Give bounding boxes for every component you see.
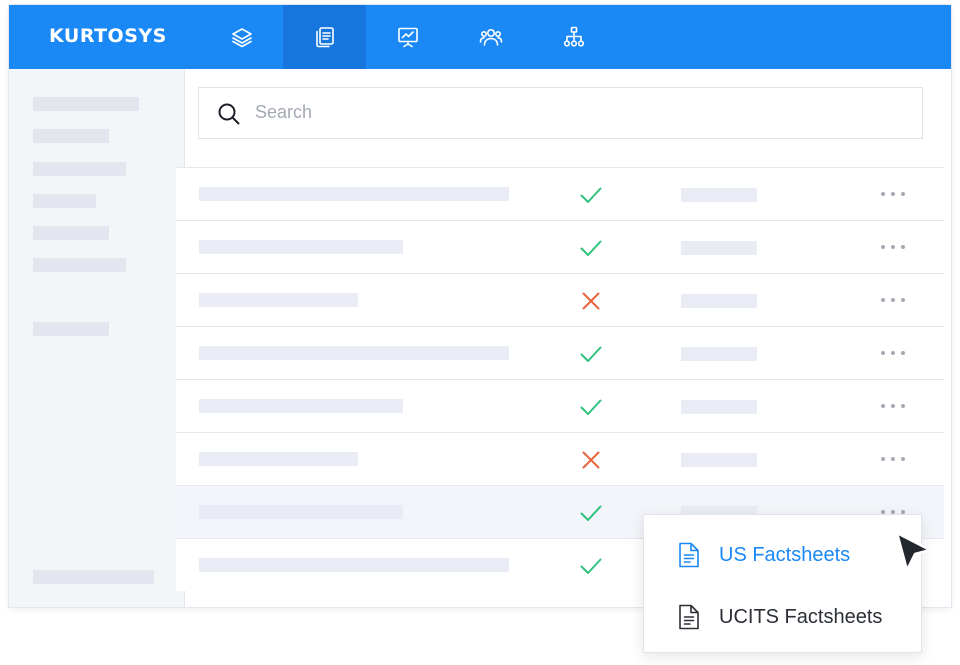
row-name-placeholder xyxy=(199,346,509,360)
mouse-cursor-icon xyxy=(895,531,932,572)
check-icon xyxy=(580,187,602,203)
search-icon xyxy=(218,103,240,125)
top-nav-bar: KURTOSYS xyxy=(9,5,951,69)
hierarchy-icon xyxy=(563,26,584,47)
dropdown-item-label: UCITS Factsheets xyxy=(719,606,883,628)
check-icon xyxy=(580,399,602,415)
row-tag-placeholder xyxy=(681,188,757,202)
more-options-icon[interactable] xyxy=(879,451,907,467)
search-box[interactable] xyxy=(198,87,923,139)
sidebar-item-placeholder[interactable] xyxy=(33,97,139,111)
row-name-placeholder xyxy=(199,240,403,254)
table-row[interactable] xyxy=(176,379,944,432)
table-row[interactable] xyxy=(176,273,944,326)
sidebar-item-placeholder[interactable] xyxy=(33,322,109,336)
sidebar-item-placeholder[interactable] xyxy=(33,129,109,143)
sidebar-item-placeholder[interactable] xyxy=(33,258,126,272)
row-name-placeholder xyxy=(199,187,509,201)
more-options-icon[interactable] xyxy=(879,292,907,308)
sidebar-item-placeholder[interactable] xyxy=(33,226,109,240)
row-name-placeholder xyxy=(199,505,403,519)
more-options-icon[interactable] xyxy=(879,345,907,361)
table-row[interactable] xyxy=(176,220,944,273)
sidebar-item-placeholder[interactable] xyxy=(33,194,96,208)
sidebar-footer-placeholder[interactable] xyxy=(33,570,154,584)
table-row[interactable] xyxy=(176,432,944,485)
cross-icon xyxy=(582,292,600,310)
row-tag-placeholder xyxy=(681,241,757,255)
nav-users-button[interactable] xyxy=(449,5,532,69)
document-icon xyxy=(679,604,699,630)
more-options-icon[interactable] xyxy=(879,239,907,255)
row-name-placeholder xyxy=(199,452,358,466)
presentation-icon xyxy=(397,27,418,48)
nav-layers-button[interactable] xyxy=(200,5,283,69)
sidebar-item-placeholder[interactable] xyxy=(33,162,126,176)
check-icon xyxy=(580,558,602,574)
more-options-icon[interactable] xyxy=(879,398,907,414)
more-options-icon[interactable] xyxy=(879,186,907,202)
dropdown-item-ucits-factsheets[interactable]: UCITS Factsheets xyxy=(644,587,921,647)
search-input[interactable] xyxy=(255,88,895,137)
check-icon xyxy=(580,505,602,521)
dropdown-item-us-factsheets[interactable]: US Factsheets xyxy=(644,525,921,585)
row-name-placeholder xyxy=(199,558,509,572)
sidebar xyxy=(9,69,185,607)
check-icon xyxy=(580,346,602,362)
check-icon xyxy=(580,240,602,256)
row-tag-placeholder xyxy=(681,347,757,361)
nav-documents-button[interactable] xyxy=(283,5,366,69)
row-name-placeholder xyxy=(199,399,403,413)
table-row[interactable] xyxy=(176,326,944,379)
brand-logo: KURTOSYS xyxy=(49,25,167,47)
documents-icon xyxy=(315,27,334,48)
row-name-placeholder xyxy=(199,293,358,307)
row-tag-placeholder xyxy=(681,453,757,467)
document-icon xyxy=(679,542,699,568)
dropdown-item-label: US Factsheets xyxy=(719,544,851,566)
nav-presentation-button[interactable] xyxy=(366,5,449,69)
cross-icon xyxy=(582,451,600,469)
row-tag-placeholder xyxy=(681,400,757,414)
table-row[interactable] xyxy=(176,167,944,220)
nav-hierarchy-button[interactable] xyxy=(532,5,615,69)
layers-icon xyxy=(231,28,252,48)
row-tag-placeholder xyxy=(681,294,757,308)
row-actions-dropdown: US Factsheets UCITS Factsheets xyxy=(643,514,922,653)
users-icon xyxy=(479,29,502,46)
